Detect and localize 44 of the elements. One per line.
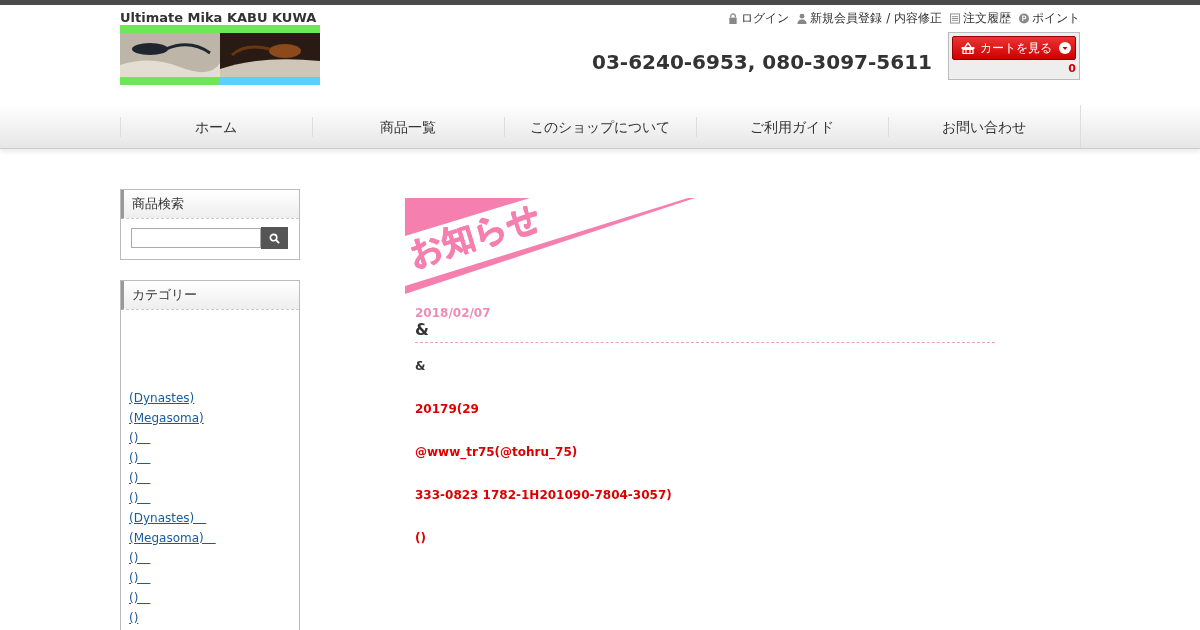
nav-link[interactable]: ホーム (119, 116, 312, 137)
category-link[interactable]: () (129, 488, 151, 508)
points-icon (1019, 13, 1029, 24)
category-link[interactable]: (Megasoma) (129, 408, 204, 428)
site-title[interactable]: Ultimate Mika KABU KUWA (120, 11, 320, 25)
basket-icon (961, 42, 975, 54)
news-text: & (415, 358, 427, 375)
news-text: 20179(29 (415, 401, 480, 418)
category-link[interactable]: (Dynastes) (129, 388, 195, 408)
cart-count: 0 (1067, 62, 1076, 76)
dropdown-icon (1059, 42, 1071, 54)
category-link[interactable]: (Megasoma) (129, 528, 216, 548)
category-link[interactable]: () (129, 448, 151, 468)
category-link[interactable]: () (129, 588, 151, 608)
category-link[interactable]: () (129, 548, 151, 568)
list-icon (950, 13, 960, 24)
category-link[interactable]: () (129, 468, 151, 488)
phone-number: 03-6240-6953, 080-3097-5611 (592, 50, 932, 74)
nav-link[interactable]: ご利用ガイド (695, 116, 888, 137)
search-button[interactable] (261, 227, 288, 249)
person-icon (797, 13, 808, 24)
category-link[interactable]: () (129, 568, 151, 588)
category-link[interactable]: () (129, 428, 151, 448)
nav-link[interactable]: このショップについて (503, 116, 696, 137)
news-date: 2018/02/07 (415, 306, 492, 320)
search-icon (269, 232, 280, 244)
news-title: & (415, 320, 995, 343)
account-link[interactable]: ログイン (728, 10, 790, 27)
account-link[interactable]: 新規会員登録 / 内容修正 (797, 10, 942, 27)
category-link[interactable]: () (129, 608, 139, 628)
view-cart-button[interactable]: カートを見る (952, 36, 1076, 60)
search-field[interactable] (131, 228, 261, 248)
account-link[interactable]: ポイント (1019, 10, 1080, 27)
category-link[interactable]: (Dynastes) (129, 508, 207, 528)
panel-title: 商品検索 (121, 190, 299, 219)
nav-link[interactable]: 商品一覧 (311, 116, 504, 137)
news-text: @www_tr75(@tohru_75) (415, 444, 579, 462)
lock-icon (728, 13, 739, 24)
account-link[interactable]: 注文履歴 (950, 10, 1011, 27)
news-heading: お知らせ (404, 198, 545, 272)
nav-link[interactable]: お問い合わせ (887, 116, 1080, 137)
news-text: () (415, 530, 427, 547)
panel-title: カテゴリー (121, 281, 299, 310)
news-text: 333-0823 1782-1H201090-7804-3057) (415, 487, 673, 504)
